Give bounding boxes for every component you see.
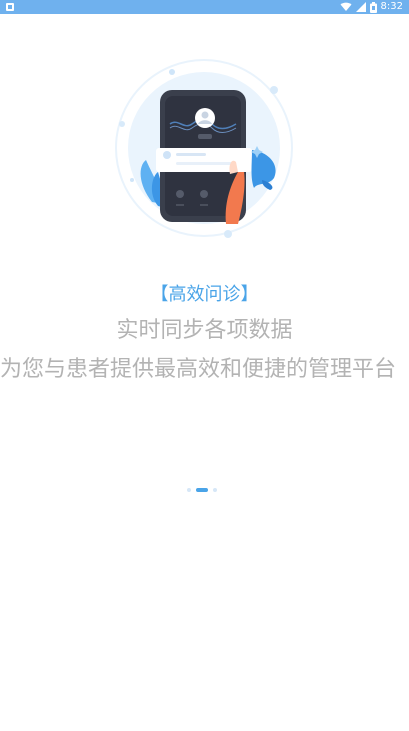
- feature-tag: 【高效问诊】: [150, 284, 259, 305]
- onboarding-subtitle: 实时同步各项数据: [116, 318, 293, 343]
- page-dot-3[interactable]: [213, 488, 217, 492]
- phone-video-consultation-illustration: [115, 59, 293, 238]
- signal-icon: [355, 2, 366, 12]
- battery-icon: [369, 1, 377, 13]
- wifi-icon: [340, 2, 352, 11]
- onboarding-description: 为您与患者提供最高效和便捷的管理平台: [0, 357, 397, 382]
- page-dot-1[interactable]: [187, 488, 191, 492]
- status-bar: 8:32: [0, 0, 409, 14]
- page-indicator: [187, 487, 217, 493]
- status-right: 8:32: [340, 0, 403, 14]
- status-time: 8:32: [380, 1, 403, 12]
- page-dot-2-active[interactable]: [196, 488, 208, 492]
- notification-icon: [6, 3, 14, 11]
- onboarding-screen: 8:32 【高效问诊】 实时同步各项数据 为您与患者提供最高效和便捷的管理平台: [0, 0, 409, 731]
